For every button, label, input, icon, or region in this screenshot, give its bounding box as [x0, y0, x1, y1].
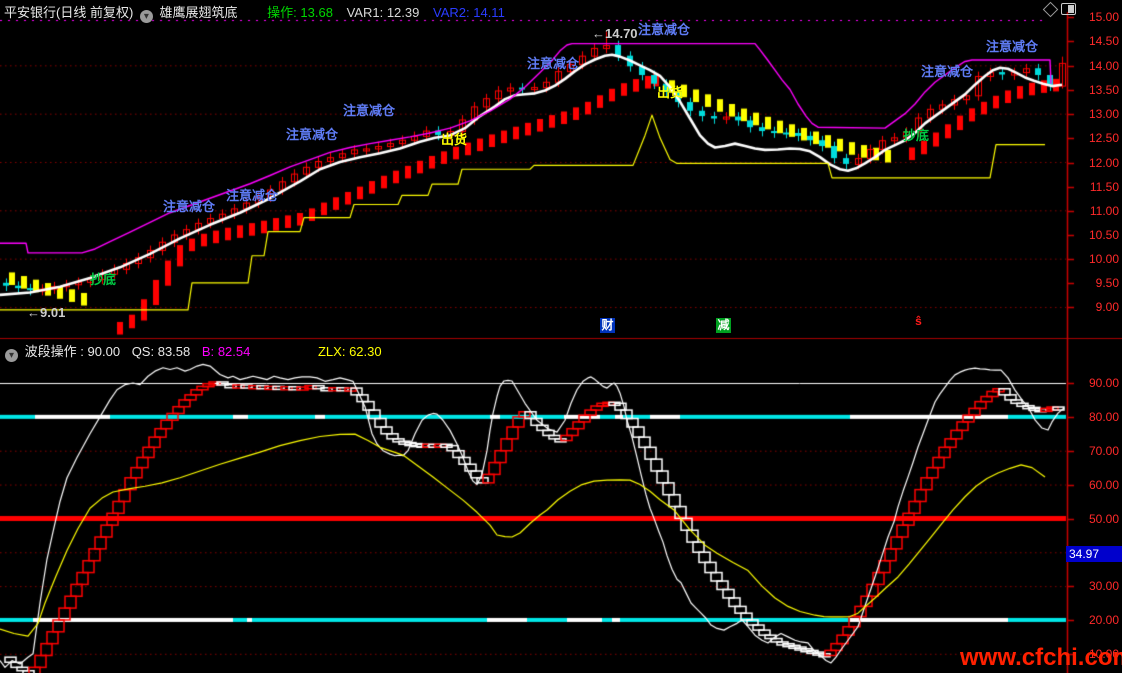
axis-label: 12.00 [1088, 156, 1119, 170]
axis-label: 14.00 [1088, 59, 1119, 73]
stock-title[interactable]: 平安银行(日线 前复权) [4, 5, 133, 20]
axis-label: 13.00 [1088, 107, 1119, 121]
axis-label: 9.00 [1095, 300, 1119, 314]
axis-label: 11.00 [1089, 204, 1119, 218]
chart-annotation: 注意减仓 [986, 39, 1039, 54]
axis-label: 80.00 [1088, 410, 1119, 424]
crosshair-value-badge: 34.97 [1066, 546, 1122, 562]
axis-label: 14.50 [1088, 34, 1119, 48]
event-marker[interactable]: 减 [716, 318, 731, 333]
axis-label: 10.50 [1088, 228, 1119, 242]
var2-value: 14.11 [473, 5, 505, 20]
axis-label: 11.50 [1089, 180, 1119, 194]
qs-value: 83.58 [157, 344, 191, 359]
event-marker[interactable]: ŝ [911, 314, 926, 329]
var1-label: VAR1: [346, 5, 384, 20]
sub-chart-header: ▾ 波段操作 : 90.00 QS: 83.58 B: 82.54 ZLX: 6… [2, 341, 382, 362]
stock-chart-app: 平安银行(日线 前复权) ▾ 雄鹰展翅筑底 操作: 13.68 VAR1: 12… [0, 0, 1122, 673]
chart-annotation: 注意减仓 [638, 22, 691, 37]
indicator-name[interactable]: 雄鹰展翅筑底 [160, 5, 238, 20]
zlx-label: ZLX: [317, 344, 346, 359]
chart-annotation: 出货 [441, 132, 468, 147]
var1-value: 12.39 [386, 5, 420, 20]
chart-annotation: 出货 [657, 85, 684, 100]
op-label: 操作: [267, 5, 297, 20]
axis-label: 70.00 [1088, 444, 1119, 458]
axis-label: 10.00 [1088, 252, 1119, 266]
chart-annotation: 抄底 [903, 128, 930, 143]
main-chart-header: 平安银行(日线 前复权) ▾ 雄鹰展翅筑底 操作: 13.68 VAR1: 12… [4, 2, 505, 23]
chart-annotation: 注意减仓 [286, 127, 339, 142]
b-label: B: [201, 344, 215, 359]
chart-annotation: 注意减仓 [527, 56, 580, 71]
qs-label: QS: [131, 344, 155, 359]
b-value: 82.54 [217, 344, 251, 359]
axis-label: 15.00 [1088, 10, 1119, 24]
axis-label: 50.00 [1088, 512, 1119, 526]
chart-annotation: ←14.70 [592, 26, 638, 41]
panel-layout-icon[interactable] [1061, 3, 1076, 15]
chart-annotation: 注意减仓 [226, 188, 279, 203]
chart-annotation: 注意减仓 [163, 199, 216, 214]
chart-canvas[interactable] [0, 0, 1122, 673]
chart-annotation: 注意减仓 [343, 103, 396, 118]
chart-annotation: 注意减仓 [921, 64, 974, 79]
chart-annotation: ←9.01 [27, 305, 66, 320]
chart-annotation: 抄底 [90, 272, 117, 287]
sub-indicator-value: 90.00 [87, 344, 121, 359]
axis-label: 90.00 [1088, 376, 1119, 390]
watermark: www.cfchi.com [960, 644, 1122, 671]
axis-label: 12.50 [1088, 131, 1119, 145]
axis-label: 60.00 [1088, 478, 1119, 492]
zlx-value: 62.30 [349, 344, 382, 359]
axis-label: 30.00 [1088, 579, 1119, 593]
var2-label: VAR2: [433, 5, 470, 20]
indicator-dropdown-icon[interactable]: ▾ [139, 10, 153, 23]
sub-indicator-dropdown-icon[interactable]: ▾ [5, 349, 18, 362]
axis-label: 20.00 [1088, 613, 1119, 627]
sub-indicator-sep: : [80, 344, 84, 359]
axis-label: 9.50 [1095, 276, 1119, 290]
sub-indicator-name[interactable]: 波段操作 [25, 344, 77, 359]
op-value: 13.68 [300, 5, 333, 20]
axis-label: 13.50 [1088, 83, 1119, 97]
event-marker[interactable]: 财 [600, 318, 615, 333]
